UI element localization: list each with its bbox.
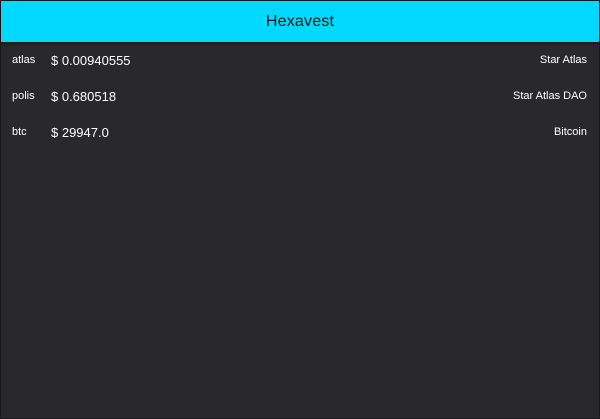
coin-symbol: atlas (12, 54, 36, 66)
coin-symbol: btc (12, 126, 27, 138)
app-bar: Hexavest (1, 1, 599, 42)
list-item-polis[interactable]: polis $ 0.680518 Star Atlas DAO (1, 78, 599, 114)
coin-price: $ 0.680518 (51, 88, 117, 104)
coin-symbol: polis (12, 90, 35, 102)
coin-list[interactable]: atlas $ 0.00940555 Star Atlas polis $ 0.… (1, 42, 599, 150)
coin-name: Star Atlas DAO (513, 90, 587, 102)
list-item-btc[interactable]: btc $ 29947.0 Bitcoin (1, 114, 599, 150)
coin-name: Star Atlas (539, 54, 587, 66)
coin-name: Bitcoin (553, 126, 587, 138)
app-window: Hexavest atlas $ 0.00940555 Star Atlas p… (0, 0, 600, 419)
coin-price: $ 0.00940555 (51, 52, 131, 68)
app-title: Hexavest (265, 12, 335, 30)
coin-price: $ 29947.0 (51, 124, 109, 140)
list-item-atlas[interactable]: atlas $ 0.00940555 Star Atlas (1, 42, 599, 78)
